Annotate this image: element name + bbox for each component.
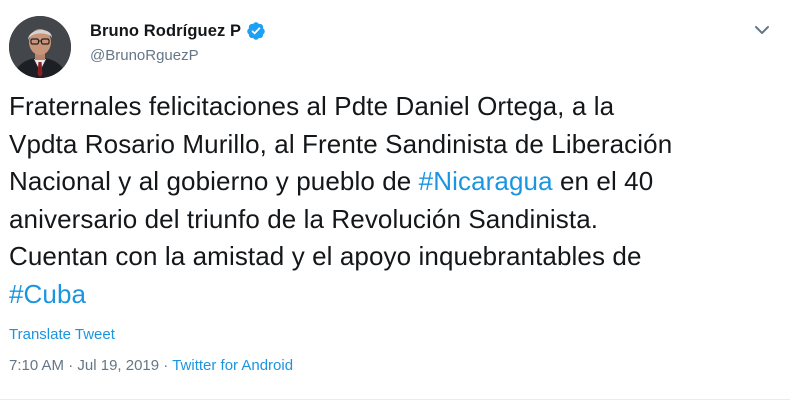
hashtag-link-nicaragua[interactable]: #Nicaragua [419, 166, 553, 196]
avatar-image [9, 16, 71, 78]
translate-tweet-link[interactable]: Translate Tweet [9, 326, 115, 343]
avatar[interactable] [9, 16, 71, 78]
tweet-source-link[interactable]: Twitter for Android [172, 357, 293, 374]
tweet-date[interactable]: Jul 19, 2019 [77, 357, 159, 374]
name-row: Bruno Rodríguez P [90, 20, 266, 42]
display-name[interactable]: Bruno Rodríguez P [90, 22, 241, 41]
author-block[interactable]: Bruno Rodríguez P @BrunoRguezP [90, 20, 266, 64]
tweet-metadata: 7:10 AM · Jul 19, 2019 · Twitter for And… [9, 357, 293, 374]
hashtag-link-cuba[interactable]: #Cuba [9, 279, 86, 309]
tweet-time[interactable]: 7:10 AM [9, 357, 64, 374]
meta-separator: · [64, 357, 78, 374]
tweet-text: Fraternales felicitaciones al Pdte Danie… [9, 88, 784, 313]
tweet-card: Bruno Rodríguez P @BrunoRguezP Fraternal… [0, 0, 790, 400]
verified-badge-icon [247, 22, 265, 40]
handle[interactable]: @BrunoRguezP [90, 47, 266, 64]
meta-separator: · [159, 357, 173, 374]
chevron-down-icon[interactable] [752, 20, 772, 40]
